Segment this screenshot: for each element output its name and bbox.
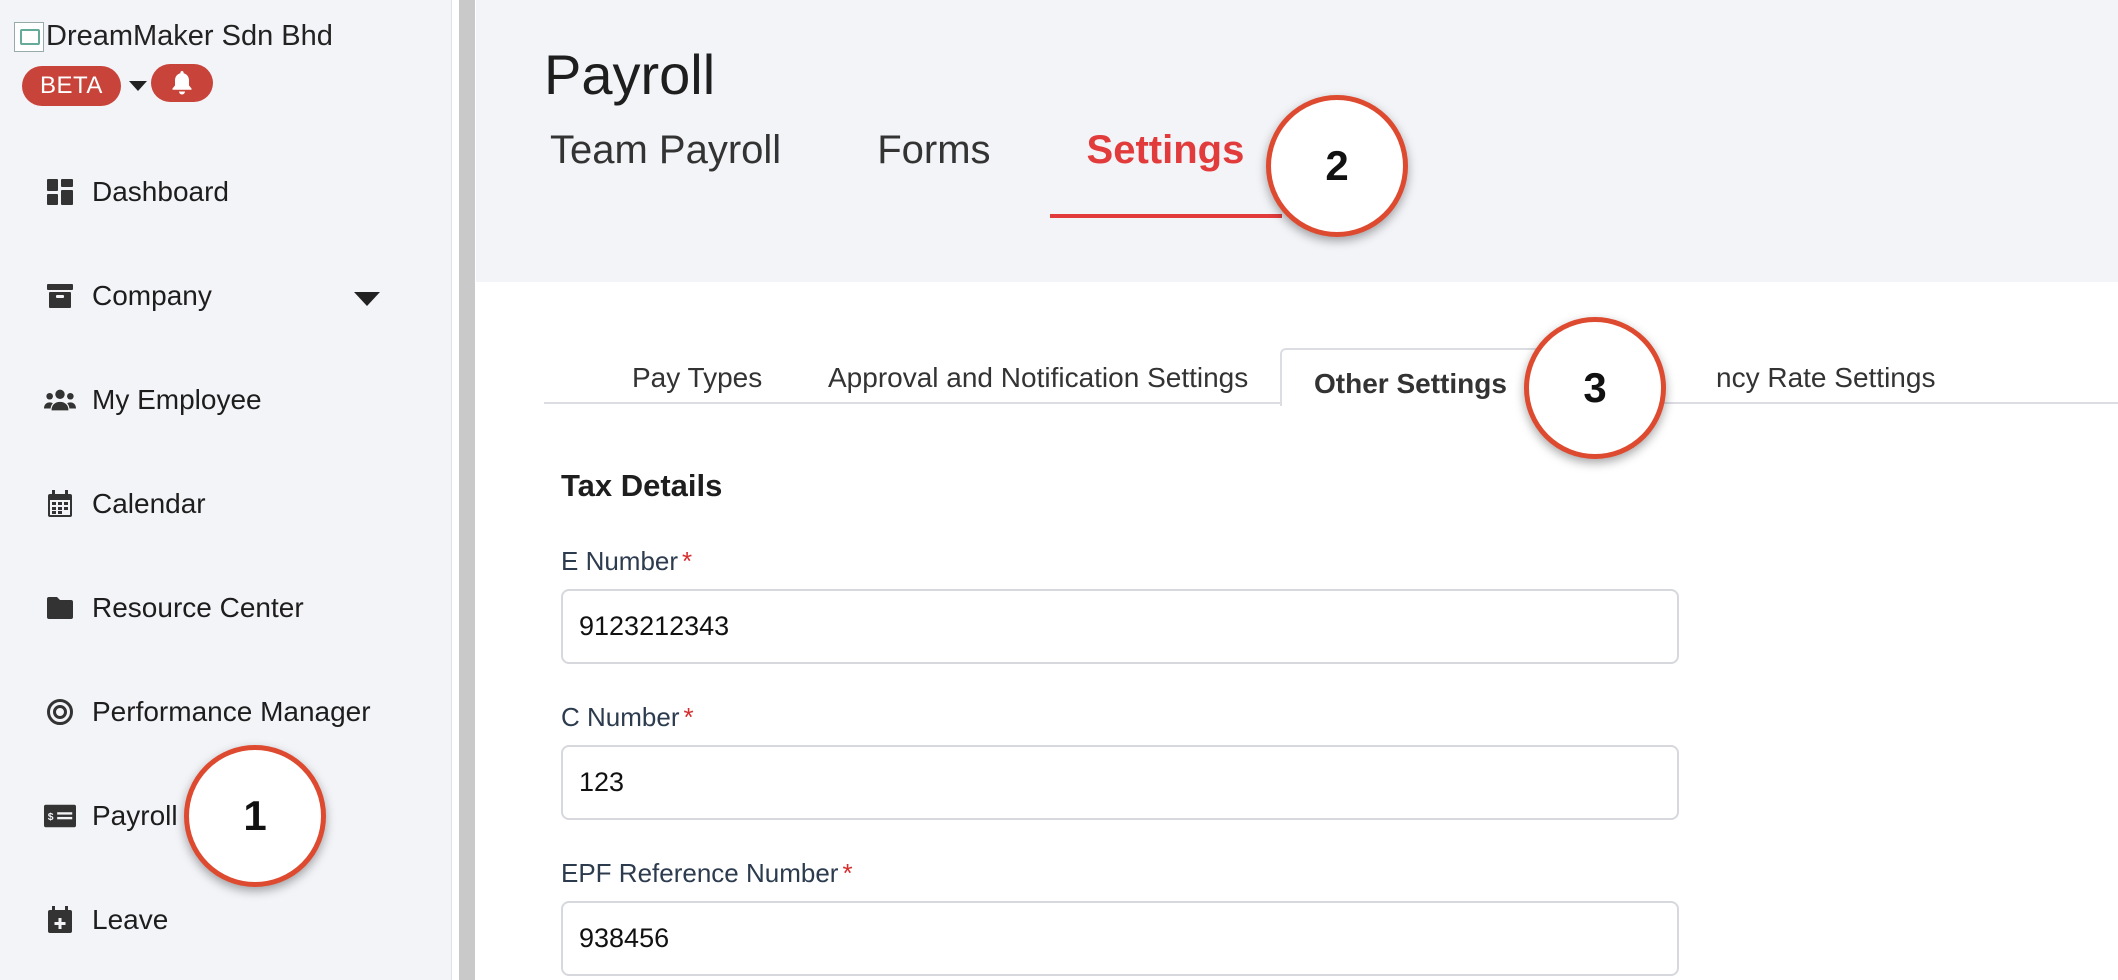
field-label-text: C Number (561, 702, 680, 732)
users-icon (44, 384, 76, 416)
epf-reference-number-label: EPF Reference Number * (561, 858, 853, 889)
sidebar-scrollbar[interactable] (459, 0, 475, 980)
tab-team-payroll[interactable]: Team Payroll (550, 128, 781, 203)
target-icon (44, 696, 76, 728)
sidebar-item-leave[interactable]: Leave (0, 868, 452, 972)
archive-icon (44, 280, 76, 312)
required-mark: * (682, 546, 693, 576)
subtab-approval-notification[interactable]: Approval and Notification Settings (828, 362, 1248, 394)
page-title: Payroll (544, 43, 716, 106)
bell-icon (172, 71, 192, 95)
caret-down-icon[interactable] (128, 81, 147, 91)
sidebar-item-company[interactable]: Company (0, 244, 452, 348)
epf-reference-number-input[interactable] (561, 901, 1679, 976)
sidebar-item-label: Performance Manager (92, 696, 371, 727)
sidebar-item-label: Leave (92, 904, 169, 935)
sidebar-item-label: My Employee (92, 384, 262, 415)
sidebar-item-label: Payroll (92, 800, 178, 831)
beta-badge[interactable]: BETA (22, 66, 121, 106)
subtab-pay-types[interactable]: Pay Types (632, 362, 762, 394)
sidebar-item-label: Calendar (92, 488, 206, 519)
settings-subtabs: Pay Types Approval and Notification Sett… (544, 348, 2118, 406)
sidebar-item-calendar[interactable]: Calendar (0, 452, 452, 556)
subtab-other-settings[interactable]: Other Settings (1280, 348, 1541, 406)
company-logo[interactable]: DreamMaker Sdn Bhd (14, 20, 333, 53)
sidebar-item-dashboard[interactable]: Dashboard (0, 140, 452, 244)
active-tab-indicator (1050, 214, 1282, 218)
sidebar-item-label: Company (92, 280, 212, 311)
field-label-text: EPF Reference Number (561, 858, 839, 888)
calendar-icon (44, 488, 76, 520)
sidebar-item-label: Dashboard (92, 176, 229, 207)
money-card-icon: $ (44, 800, 76, 832)
callout-1: 1 (184, 745, 326, 887)
main-tabs: Team Payroll Forms Settings (550, 128, 1340, 203)
calendar-plus-icon (44, 904, 76, 936)
chevron-down-icon[interactable] (354, 292, 380, 306)
folder-icon (44, 592, 76, 624)
notification-button[interactable] (150, 64, 213, 102)
required-mark: * (683, 702, 694, 732)
sidebar-item-resource-center[interactable]: Resource Center (0, 556, 452, 660)
callout-3: 3 (1524, 317, 1666, 459)
c-number-input[interactable] (561, 745, 1679, 820)
sidebar-item-label: Resource Center (92, 592, 304, 623)
sidebar-item-performance-manager[interactable]: Performance Manager (0, 660, 452, 764)
field-label-text: E Number (561, 546, 679, 576)
subtab-currency-rate-settings[interactable]: ncy Rate Settings (1716, 362, 1935, 394)
tab-settings[interactable]: Settings (1087, 128, 1245, 203)
svg-text:$: $ (48, 812, 54, 823)
sidebar-item-my-employee[interactable]: My Employee (0, 348, 452, 452)
callout-2: 2 (1266, 95, 1408, 237)
c-number-label: C Number * (561, 702, 694, 733)
required-mark: * (842, 858, 853, 888)
tab-forms[interactable]: Forms (877, 128, 990, 203)
e-number-input[interactable] (561, 589, 1679, 664)
broken-image-icon (14, 21, 44, 52)
grid-icon (44, 176, 76, 208)
section-title: Tax Details (561, 468, 723, 503)
settings-content: Pay Types Approval and Notification Sett… (476, 282, 2118, 980)
e-number-label: E Number * (561, 546, 692, 577)
logo-alt-text: DreamMaker Sdn Bhd (46, 20, 333, 52)
badge-row: BETA (22, 64, 213, 106)
